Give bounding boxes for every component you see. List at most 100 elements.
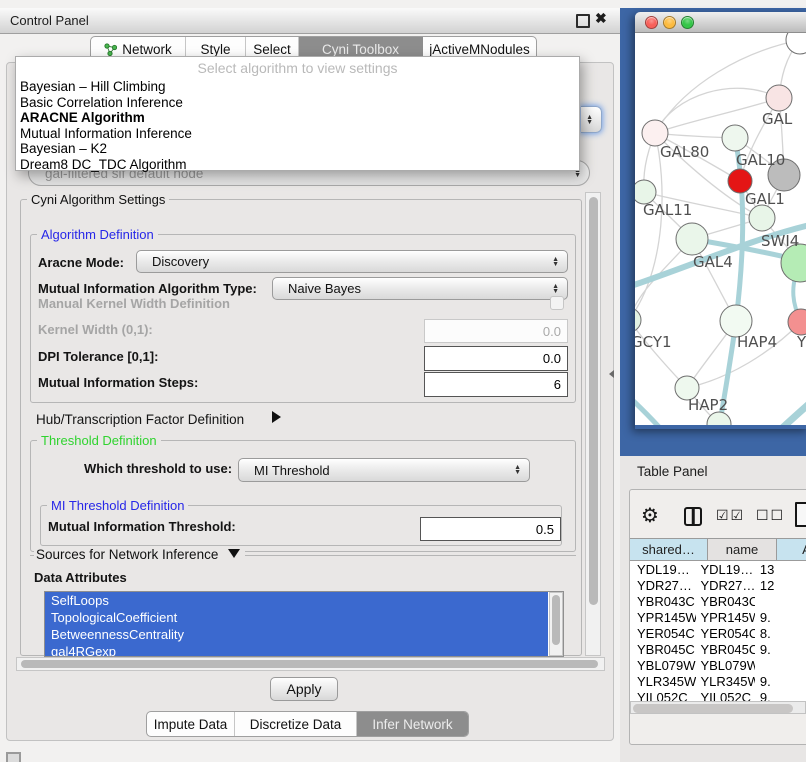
algorithm-option-mutual-information-inference[interactable]: Mutual Information Inference xyxy=(16,126,579,142)
tab-label: Discretize Data xyxy=(250,717,342,732)
table-cell: 9. xyxy=(755,690,806,702)
table-cell: 9. xyxy=(755,642,806,657)
table-row[interactable]: YPR145WYPR145W9. xyxy=(630,609,806,625)
algorithm-dropdown-popup: Select algorithm to view settings Bayesi… xyxy=(15,56,580,171)
scrollbar-thumb[interactable] xyxy=(21,660,598,668)
document-icon[interactable] xyxy=(795,502,806,527)
network-node-gal1[interactable] xyxy=(749,205,775,231)
split-pane-grip[interactable] xyxy=(609,370,614,378)
table-row[interactable]: YBR043CYBR043C xyxy=(630,593,806,609)
network-edge[interactable] xyxy=(635,320,687,388)
settings-vertical-scrollbar[interactable] xyxy=(585,192,601,656)
network-node-gal10[interactable] xyxy=(722,125,748,151)
kernel-width-field[interactable]: 0.0 xyxy=(424,319,568,343)
scrollbar-thumb[interactable] xyxy=(633,704,793,713)
collapse-down-icon[interactable] xyxy=(228,549,240,558)
algorithm-definition-title: Algorithm Definition xyxy=(37,227,158,242)
panel-title: Control Panel xyxy=(0,13,89,28)
algorithm-option-dream8-dc-tdc-algorithm[interactable]: Dream8 DC_TDC Algorithm xyxy=(16,157,579,173)
column-header-name[interactable]: name xyxy=(708,538,777,561)
network-node-gcy1[interactable] xyxy=(635,308,641,332)
network-canvas[interactable]: GALGAL80GAL10GAL11GAL1GAL4SWI4GCY1HAP4YH… xyxy=(635,33,806,425)
table-row[interactable]: YER054CYER054C8. xyxy=(630,625,806,641)
clear-checkboxes-icon[interactable]: ☐☐ xyxy=(756,508,785,524)
hub-definition-label[interactable]: Hub/Transcription Factor Definition xyxy=(36,412,244,427)
table-horizontal-scrollbar[interactable] xyxy=(630,701,806,714)
dpi-tolerance-value: 0.0 xyxy=(543,351,561,366)
table-row[interactable]: YDL19…YDL19…13 xyxy=(630,561,806,577)
scrollbar-thumb[interactable] xyxy=(552,595,560,645)
table-row[interactable]: YDR27…YDR27…12 xyxy=(630,577,806,593)
table-settings-gear-icon[interactable]: ⚙ xyxy=(641,503,659,527)
network-edge-highlighted[interactable] xyxy=(747,403,806,425)
mi-type-combobox[interactable]: Naive Bayes ▲▼ xyxy=(272,277,568,300)
column-header-shared[interactable]: shared… xyxy=(630,538,708,561)
column-header-a[interactable]: A xyxy=(777,538,806,561)
algorithm-option-aracne-algorithm[interactable]: ARACNE Algorithm xyxy=(16,110,579,126)
tab-impute-data[interactable]: Impute Data xyxy=(147,712,235,736)
close-panel-icon[interactable]: ✖ xyxy=(595,10,607,27)
table-row[interactable]: YBR045CYBR045C9. xyxy=(630,641,806,657)
algorithm-option-bayesian-hill-climbing[interactable]: Bayesian – Hill Climbing xyxy=(16,79,579,95)
zoom-window-button[interactable] xyxy=(681,16,694,29)
minimized-panel-icon[interactable] xyxy=(6,752,21,762)
algorithm-option-basic-correlation-inference[interactable]: Basic Correlation Inference xyxy=(16,95,579,111)
attribute-item-betweennesscentrality[interactable]: BetweennessCentrality xyxy=(45,626,548,643)
stepper-arrows-icon: ▲▼ xyxy=(552,284,559,294)
tab-discretize-data[interactable]: Discretize Data xyxy=(235,712,357,736)
dropdown-prompt: Select algorithm to view settings xyxy=(16,57,579,79)
node-label-gal4: GAL4 xyxy=(693,253,733,271)
select-all-checkboxes-icon[interactable]: ☑☑ xyxy=(716,508,745,524)
minimize-window-button[interactable] xyxy=(663,16,676,29)
table-cell: YBR045C xyxy=(630,642,696,657)
network-node-gal4[interactable] xyxy=(676,223,708,255)
network-edge[interactable] xyxy=(655,98,779,133)
tab-infer-network[interactable]: Infer Network xyxy=(357,712,468,736)
attribute-item-topologicalcoefficient[interactable]: TopologicalCoefficient xyxy=(45,609,548,626)
table-cell: YPR145W xyxy=(696,610,754,625)
close-window-button[interactable] xyxy=(645,16,658,29)
mi-threshold-value: 0.5 xyxy=(536,522,554,537)
table-header-row: shared…nameA xyxy=(630,538,806,561)
split-columns-icon[interactable] xyxy=(684,507,702,526)
float-window-icon[interactable] xyxy=(576,14,590,28)
network-graph: GALGAL80GAL10GAL11GAL1GAL4SWI4GCY1HAP4YH… xyxy=(635,33,806,425)
network-edge[interactable] xyxy=(635,133,662,320)
network-window-titlebar[interactable] xyxy=(635,12,806,33)
attributes-list-scrollbar[interactable] xyxy=(549,592,563,656)
algorithm-combobox-fragment[interactable]: ▲▼ xyxy=(581,106,602,133)
mi-threshold-field[interactable]: 0.5 xyxy=(420,517,561,541)
algorithm-option-bayesian-k2[interactable]: Bayesian – K2 xyxy=(16,141,579,157)
node-label-swi4: SWI4 xyxy=(761,232,799,250)
table-cell: YER054C xyxy=(630,626,696,641)
application-window: Control Panel ✖ NetworkStyleSelectCyni T… xyxy=(0,0,806,762)
scrollbar-thumb[interactable] xyxy=(589,197,598,605)
attribute-item-gal4rgexp[interactable]: gal4RGexp xyxy=(45,643,548,657)
table-cell: 9. xyxy=(755,674,806,689)
network-node[interactable] xyxy=(786,33,806,54)
aracne-mode-label: Aracne Mode: xyxy=(38,255,124,270)
mi-threshold-group-title: MI Threshold Definition xyxy=(47,498,188,513)
apply-button[interactable]: Apply xyxy=(270,677,338,701)
table-cell: 8. xyxy=(755,626,806,641)
network-edge[interactable] xyxy=(655,88,779,133)
manual-kernel-checkbox[interactable] xyxy=(550,296,564,310)
settings-horizontal-scrollbar[interactable] xyxy=(16,657,605,671)
data-attributes-list[interactable]: SelfLoopsTopologicalCoefficientBetweenne… xyxy=(44,591,564,657)
dpi-tolerance-field[interactable]: 0.0 xyxy=(424,346,568,371)
sources-title[interactable]: Sources for Network Inference xyxy=(34,547,245,562)
table-row[interactable]: YBL079WYBL079W xyxy=(630,657,806,673)
network-node-gal[interactable] xyxy=(766,85,792,111)
table-cell: 12 xyxy=(755,578,806,593)
tab-label: jActiveMNodules xyxy=(429,42,530,57)
which-threshold-combobox[interactable]: MI Threshold ▲▼ xyxy=(238,458,530,482)
node-label-hap4: HAP4 xyxy=(737,333,777,351)
expand-right-icon[interactable] xyxy=(272,411,281,423)
kernel-width-value: 0.0 xyxy=(543,324,561,339)
aracne-mode-combobox[interactable]: Discovery ▲▼ xyxy=(136,250,568,273)
table-cell: YLR345W xyxy=(696,674,754,689)
attribute-item-selfloops[interactable]: SelfLoops xyxy=(45,592,548,609)
table-row[interactable]: YIL052CYIL052C9. xyxy=(630,689,806,701)
mi-steps-field[interactable]: 6 xyxy=(424,372,568,397)
table-row[interactable]: YLR345WYLR345W9. xyxy=(630,673,806,689)
